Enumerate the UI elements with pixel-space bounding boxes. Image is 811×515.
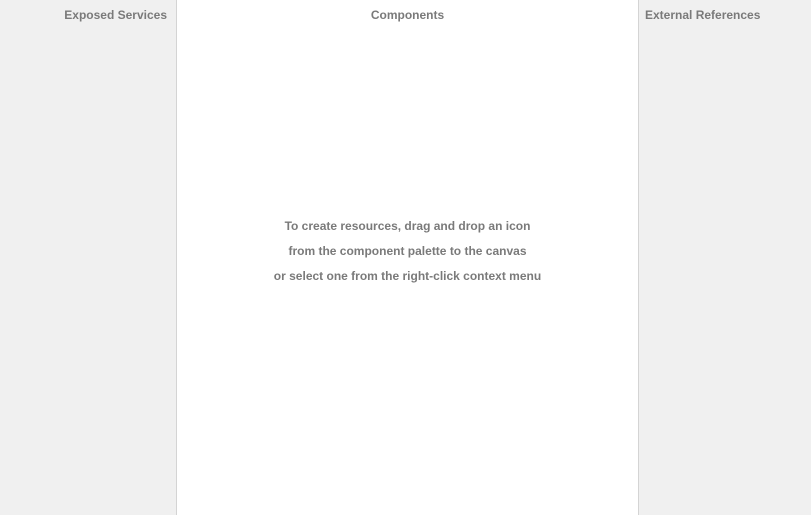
components-lane[interactable]: Components To create resources, drag and… bbox=[177, 0, 639, 515]
hint-line-3: or select one from the right-click conte… bbox=[273, 269, 542, 283]
exposed-services-title: Exposed Services bbox=[64, 8, 167, 22]
external-references-lane[interactable]: External References bbox=[639, 0, 811, 515]
components-title: Components bbox=[370, 8, 445, 22]
empty-canvas-hint: To create resources, drag and drop an ic… bbox=[177, 217, 638, 292]
exposed-services-lane[interactable]: Exposed Services bbox=[0, 0, 177, 515]
composite-canvas[interactable]: Exposed Services Components To create re… bbox=[0, 0, 811, 515]
hint-line-2: from the component palette to the canvas bbox=[288, 244, 527, 258]
external-references-title: External References bbox=[645, 8, 761, 22]
hint-line-1: To create resources, drag and drop an ic… bbox=[284, 219, 531, 233]
